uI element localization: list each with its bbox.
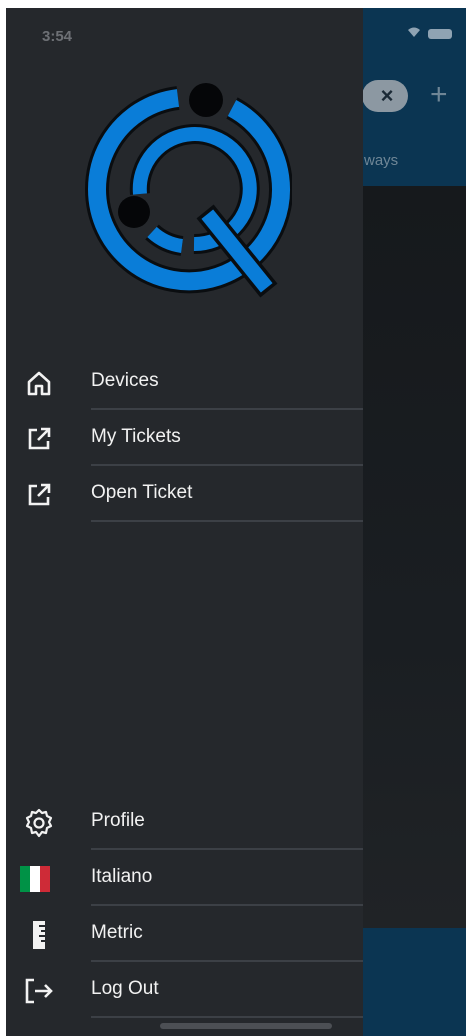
- side-drawer: 3:54 Devices My Tickets Open Ticket Prof…: [6, 8, 363, 1036]
- close-icon: ×: [380, 83, 394, 108]
- italy-flag-icon: [20, 864, 50, 894]
- menu-item-label: Devices: [91, 370, 159, 391]
- gear-icon: [24, 808, 54, 838]
- phone-screen: × + ways 3:54 Devices My Tickets Open Ti…: [6, 8, 466, 1036]
- menu-item-label: Open Ticket: [91, 482, 193, 503]
- menu-item-language[interactable]: Italiano: [6, 850, 363, 906]
- divider: [91, 1016, 363, 1018]
- menu-item-my-tickets[interactable]: My Tickets: [6, 410, 363, 466]
- add-icon[interactable]: +: [430, 78, 448, 112]
- menu-item-units[interactable]: Metric: [6, 906, 363, 962]
- external-link-icon: [24, 424, 54, 454]
- menu-item-devices[interactable]: Devices: [6, 354, 363, 410]
- wifi-icon: [406, 26, 422, 41]
- menu-item-label: Profile: [91, 810, 145, 831]
- menu-item-label: Log Out: [91, 978, 159, 999]
- ruler-icon: [24, 920, 54, 950]
- main-menu: Devices My Tickets Open Ticket: [6, 354, 363, 522]
- divider: [91, 520, 363, 522]
- logout-icon: [24, 976, 54, 1006]
- settings-menu: Profile Italiano Metric Log Out: [6, 794, 363, 1018]
- home-icon: [24, 368, 54, 398]
- background-tab-label[interactable]: ways: [364, 152, 398, 169]
- menu-item-label: Italiano: [91, 866, 153, 887]
- home-indicator[interactable]: [160, 1023, 332, 1029]
- status-time: 3:54: [42, 28, 73, 45]
- menu-item-label: Metric: [91, 922, 143, 943]
- external-link-icon: [24, 480, 54, 510]
- q-logo-icon: [85, 83, 292, 298]
- menu-item-profile[interactable]: Profile: [6, 794, 363, 850]
- clear-search-button[interactable]: ×: [362, 80, 408, 112]
- battery-icon: [428, 28, 452, 39]
- menu-item-open-ticket[interactable]: Open Ticket: [6, 466, 363, 522]
- status-icons: [406, 26, 452, 41]
- menu-item-log-out[interactable]: Log Out: [6, 962, 363, 1018]
- menu-item-label: My Tickets: [91, 426, 181, 447]
